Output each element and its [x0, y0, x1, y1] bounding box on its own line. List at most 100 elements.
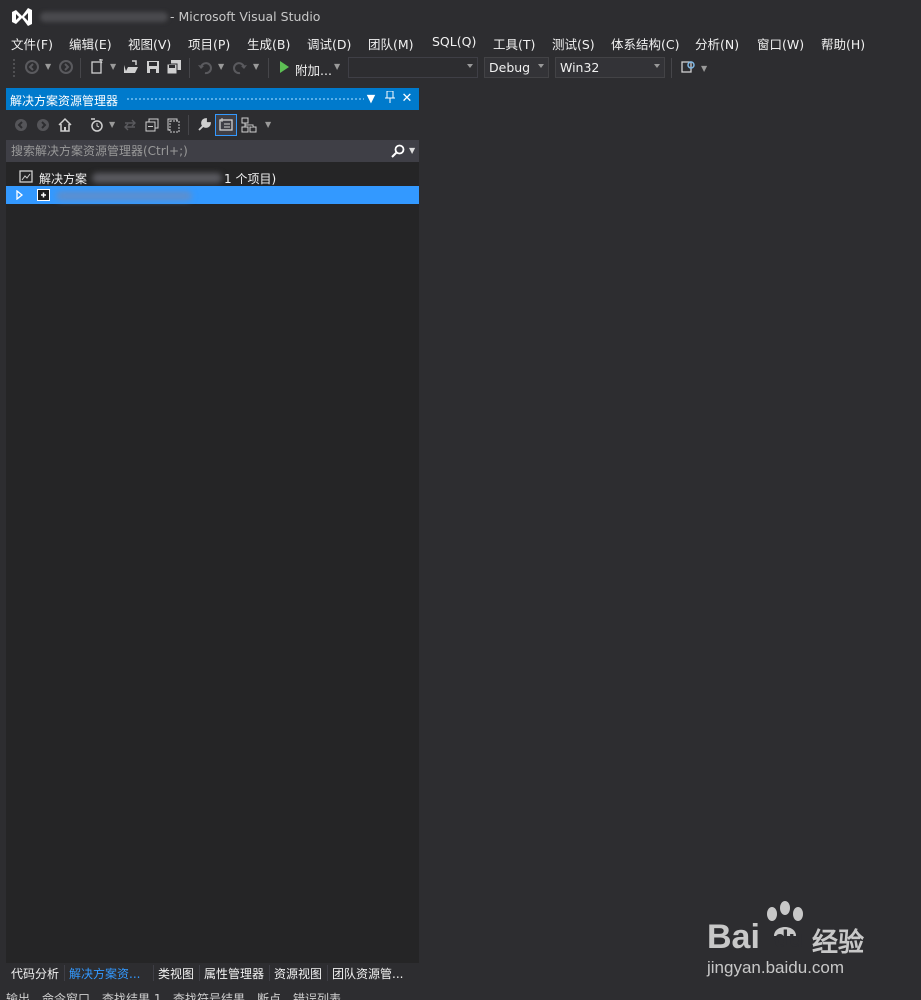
- toolbar-separator: [189, 58, 190, 78]
- new-dropdown-chevron-icon[interactable]: ▼: [110, 62, 118, 72]
- project-node[interactable]: [6, 186, 419, 204]
- close-panel-icon[interactable]: ✕: [400, 91, 414, 107]
- watermark-url: jingyan.baidu.com: [707, 958, 845, 977]
- tab-error-list[interactable]: 错误列表: [293, 990, 341, 1000]
- standard-toolbar: ▼ ▼ ▼ ▼ 附加... ▼ Debug Win32 ▼: [0, 54, 921, 80]
- redacted-project-name: [56, 191, 192, 201]
- title-bar: - Microsoft Visual Studio: [0, 0, 921, 32]
- solution-explorer-header[interactable]: 解决方案资源管理器 ▼ ✕: [6, 88, 419, 110]
- navigate-back-icon[interactable]: [24, 59, 40, 75]
- menu-team[interactable]: 团队(M): [368, 34, 414, 53]
- menu-edit[interactable]: 编辑(E): [69, 34, 112, 53]
- startup-target-combo[interactable]: [348, 57, 478, 78]
- menu-sql[interactable]: SQL(Q): [432, 34, 476, 49]
- attach-button-label[interactable]: 附加...: [295, 60, 332, 79]
- tab-property-manager[interactable]: 属性管理器: [204, 965, 264, 982]
- tab-separator: [327, 965, 328, 981]
- find-in-files-icon[interactable]: [680, 59, 696, 75]
- tab-class-view[interactable]: 类视图: [158, 965, 194, 982]
- watermark-brand-tail: du: [774, 926, 804, 953]
- search-icon[interactable]: [391, 144, 405, 158]
- tab-team-explorer[interactable]: 团队资源管...: [332, 965, 403, 982]
- forward-icon[interactable]: [35, 117, 51, 133]
- solution-icon: [19, 170, 33, 183]
- solution-search-input[interactable]: [11, 142, 389, 160]
- menu-build[interactable]: 生成(B): [247, 34, 290, 53]
- chevron-down-icon: [467, 64, 473, 68]
- menu-project[interactable]: 项目(P): [188, 34, 230, 53]
- sync-active-document-icon[interactable]: [122, 117, 138, 133]
- tab-command-window[interactable]: 命令窗口: [42, 990, 90, 1000]
- menu-test[interactable]: 测试(S): [552, 34, 595, 53]
- tab-find-results-1[interactable]: 查找结果 1: [102, 990, 161, 1000]
- properties-wrench-icon[interactable]: [196, 117, 212, 133]
- menu-view[interactable]: 视图(V): [128, 34, 171, 53]
- auto-hide-pin-icon[interactable]: [383, 90, 397, 107]
- menu-file[interactable]: 文件(F): [11, 34, 53, 53]
- solution-platform-value: Win32: [560, 60, 600, 75]
- menu-debug[interactable]: 调试(D): [307, 34, 351, 53]
- new-project-icon[interactable]: [89, 59, 105, 75]
- tab-resource-view[interactable]: 资源视图: [274, 965, 322, 982]
- chevron-down-icon: [538, 64, 544, 68]
- baidu-jingyan-watermark: Bai du 经验 jingyan.baidu.com: [700, 900, 880, 980]
- solution-explorer-title: 解决方案资源管理器: [10, 94, 119, 108]
- navigate-forward-icon[interactable]: [58, 59, 74, 75]
- back-dropdown-chevron-icon[interactable]: ▼: [45, 62, 53, 72]
- solution-node-suffix: 1 个项目): [224, 172, 277, 186]
- save-all-icon[interactable]: [166, 59, 182, 75]
- menu-tools[interactable]: 工具(T): [493, 34, 535, 53]
- solution-search-box[interactable]: ▼: [6, 140, 419, 162]
- toolbar-separator: [188, 115, 189, 135]
- output-window-tabs: 输出 命令窗口 查找结果 1 查找符号结果 断点 错误列表: [0, 988, 921, 1000]
- undo-icon[interactable]: [197, 59, 213, 75]
- menu-architecture[interactable]: 体系结构(C): [611, 34, 679, 53]
- attach-dropdown-chevron-icon[interactable]: ▼: [334, 62, 342, 72]
- tab-solution-explorer[interactable]: 解决方案资...: [69, 965, 140, 982]
- toolbar-grip[interactable]: [12, 58, 16, 78]
- tool-window-tabs: 代码分析 解决方案资... 类视图 属性管理器 资源视图 团队资源管...: [6, 963, 419, 983]
- toolbar-separator: [80, 58, 81, 78]
- watermark-brand: Bai: [707, 918, 760, 956]
- tab-separator: [199, 965, 200, 981]
- home-icon[interactable]: [57, 117, 73, 133]
- search-options-chevron-icon[interactable]: ▼: [409, 146, 415, 155]
- redo-icon[interactable]: [232, 59, 248, 75]
- class-diagram-icon[interactable]: [241, 117, 257, 133]
- tab-separator: [269, 965, 270, 981]
- collapse-all-icon[interactable]: [144, 117, 160, 133]
- solution-platform-combo[interactable]: Win32: [555, 57, 665, 78]
- header-drag-grip[interactable]: [126, 97, 364, 102]
- solution-configuration-combo[interactable]: Debug: [484, 57, 549, 78]
- window-position-dropdown-icon[interactable]: ▼: [364, 91, 378, 107]
- start-debugging-icon[interactable]: [276, 59, 292, 75]
- pending-changes-filter-icon[interactable]: [89, 117, 105, 133]
- expand-arrow-icon[interactable]: [16, 190, 24, 200]
- redacted-solution-name: [92, 173, 222, 183]
- back-icon[interactable]: [13, 117, 29, 133]
- filter-dropdown-chevron-icon[interactable]: ▼: [109, 120, 117, 130]
- preview-selected-items-icon: [219, 118, 233, 131]
- menu-help[interactable]: 帮助(H): [821, 34, 865, 53]
- preview-selected-items-button[interactable]: [215, 114, 237, 136]
- solution-node-prefix: 解决方案: [39, 172, 88, 186]
- menu-window[interactable]: 窗口(W): [757, 34, 804, 53]
- tab-find-symbol-results[interactable]: 查找符号结果: [173, 990, 245, 1000]
- toolbar-overflow-chevron-icon[interactable]: ▼: [701, 64, 709, 74]
- tab-separator: [64, 965, 65, 981]
- tab-breakpoints[interactable]: 断点: [257, 990, 281, 1000]
- tab-code-analysis[interactable]: 代码分析: [11, 965, 59, 982]
- show-all-files-icon[interactable]: [165, 117, 181, 133]
- solution-explorer-panel: 解决方案资源管理器 ▼ ✕ ▼ ▼ ▼ 解决方案 1 个项: [6, 88, 419, 963]
- diagram-dropdown-chevron-icon[interactable]: ▼: [265, 120, 273, 130]
- save-icon[interactable]: [145, 59, 161, 75]
- watermark-cn: 经验: [812, 927, 865, 957]
- redo-dropdown-chevron-icon[interactable]: ▼: [253, 62, 261, 72]
- tab-output[interactable]: 输出: [6, 990, 30, 1000]
- toolbar-separator: [268, 58, 269, 78]
- cpp-project-icon: [37, 189, 50, 201]
- undo-dropdown-chevron-icon[interactable]: ▼: [218, 62, 226, 72]
- menu-analyze[interactable]: 分析(N): [695, 34, 739, 53]
- solution-node[interactable]: 解决方案 1 个项目): [6, 168, 419, 186]
- open-file-icon[interactable]: [123, 59, 139, 75]
